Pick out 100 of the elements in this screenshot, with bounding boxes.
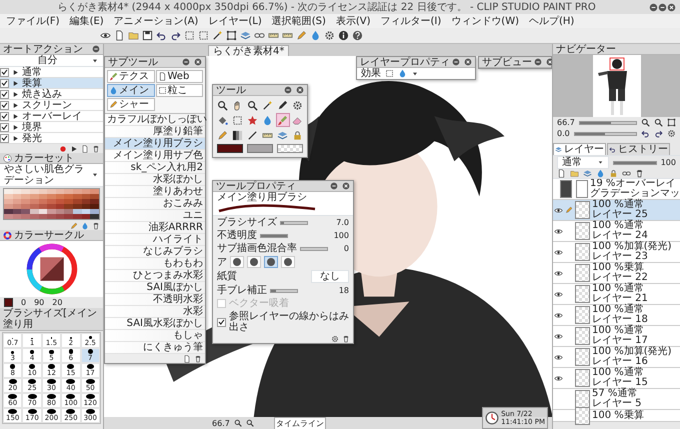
layer-name: レイヤー 23 [592,252,649,262]
layer-row[interactable]: 100 %通常 レイヤー 24 [553,221,680,242]
layer-row[interactable]: 100 %通常 レイヤー 17 [553,326,680,347]
brush-item[interactable]: ハイライト [105,234,205,246]
menu-item[interactable]: 選択範囲(S) [272,16,326,26]
layer-row[interactable]: 100 %乗算 レイヤー 22 [553,263,680,284]
layer-mode: 100 %通常 [592,326,644,336]
layer-name: レイヤー 25 [592,210,648,220]
action-row[interactable]: 発光 [0,133,103,144]
layer-row[interactable]: 100 %通常 レイヤー 18 [553,305,680,326]
property-label: ブラシサイズ [217,217,277,228]
layer-mode: 100 %通常 [592,305,644,315]
sub-tool-group[interactable]: 粒こ [156,84,203,97]
brush-item[interactable]: なじみブラシ [105,246,205,258]
layer-row[interactable]: 100 %通常 レイヤー 25 [553,200,680,221]
menu-item[interactable]: ウィンドウ(W) [451,16,519,26]
brush-item[interactable]: 厚塗り鉛筆 [105,126,205,138]
rotation-value: 0.0 [557,128,570,139]
action-label: オーバーレイ [22,110,82,122]
layer-mode: 100 %通常 [592,368,644,378]
menu-item[interactable]: アニメーション(A) [114,16,198,26]
brush-item[interactable]: 水彩ぼかし [105,174,205,186]
property-value: 100 [334,230,349,241]
property-value: 0 [344,243,349,254]
action-row[interactable]: 乗算 [0,78,103,89]
layer-name: レイヤー 17 [592,336,648,346]
layer-name: レイヤー 18 [592,315,648,325]
brush-item[interactable]: 油彩ARRRR [105,222,205,234]
brush-item[interactable]: もしゃ [105,330,205,342]
brush-item[interactable]: ユニ [105,210,205,222]
action-label: スクリーン [22,100,72,110]
layer-name: レイヤー 21 [592,294,648,304]
brush-item[interactable]: SAI風水彩ぼかし [105,318,205,330]
layer-name: レイヤー 15 [592,378,648,388]
layer-row[interactable]: 57 %通常 レイヤー 5 [553,389,680,410]
brush-item[interactable]: sk_ペン入れ用2 [105,162,205,174]
panel-title: カラーセット [14,152,74,164]
action-label: 乗算 [22,78,42,88]
sub-tool-group[interactable]: シャー [107,98,154,111]
layer-row[interactable]: 100 %乗算 [553,410,680,422]
panel-title: ブラシサイズ[メイン塗り用 [0,308,103,331]
layer-row[interactable]: 100 %加算(発光) レイヤー 16 [553,347,680,368]
canvas-tab[interactable]: らくがき素材4* [208,45,290,56]
checkbox-label: 参照レイヤーの線からはみ出さ [229,311,349,333]
panel-title: カラーサークル [14,230,84,240]
brush-item[interactable]: おこみみ [105,198,205,210]
menu-item[interactable]: 表示(V) [336,16,371,26]
brush-item[interactable]: ひとつまみ水彩 [105,270,205,282]
layer-row[interactable]: 100 %通常 レイヤー 15 [553,368,680,389]
property-value: 7.0 [336,217,349,228]
action-label: 通常 [22,66,42,78]
panel-tab[interactable]: ヒストリー [607,143,670,155]
layer-mode: 100 %加算(発光) [592,347,672,357]
brush-item[interactable]: 塗りあわせ [105,186,205,198]
layer-name: レイヤー 22 [592,273,648,283]
sub-tool-group[interactable]: テクス [107,70,154,83]
brush-name: メイン塗り用ブラシ [217,192,308,203]
property-row[interactable]: サブ描画色混合率 0 [213,242,353,255]
color-value: 0 [21,297,26,308]
timeline-tab[interactable]: タイムライン [274,417,326,429]
menu-item[interactable]: フィルター(I) [380,16,442,26]
opacity-value: 100 [660,157,676,168]
sub-tool-group[interactable]: メイン [107,84,154,97]
action-row[interactable]: オーバーレイ [0,111,103,122]
paper-dropdown[interactable]: なし [311,270,349,283]
action-row[interactable]: 焼き込み [0,89,103,100]
blend-mode-dropdown[interactable]: 通常 [557,156,609,169]
layer-row[interactable]: 100 %通常 レイヤー 21 [553,284,680,305]
layer-name: レイヤー 24 [592,231,648,241]
menu-item[interactable]: レイヤー(L) [208,16,262,26]
brush-item[interactable]: メイン塗り用ブラシ [105,138,205,150]
menu-item[interactable]: 編集(E) [70,16,104,26]
brush-item[interactable]: もわもわ [105,258,205,270]
panel-title: レイヤープロパティ [360,56,450,68]
brush-item[interactable]: にくきゅう筆 [105,342,205,354]
property-label: 手ブレ補正 [217,285,267,296]
menu-item[interactable]: ファイル(F) [6,16,60,26]
brush-item[interactable]: カラフルぼかしっぽい [105,114,205,126]
brush-item[interactable]: SAI風ぼかし [105,282,205,294]
action-row[interactable]: スクリーン [0,100,103,111]
zoom-value: 66.7 [212,418,230,428]
action-row[interactable]: 境界 [0,122,103,133]
layer-name: レイヤー 5 [592,399,642,409]
panel-tab[interactable]: レイヤー [553,143,606,155]
brush-item[interactable]: メイン塗り用サブ色 [105,150,205,162]
zoom-value: 66.7 [557,117,575,128]
panel-title: サブツール [108,56,158,68]
property-label: 紙質 [217,271,237,282]
brush-item[interactable]: 不透明水彩 [105,294,205,306]
brush-item[interactable]: 水彩 [105,306,205,318]
sub-tool-group[interactable]: Web [156,70,203,83]
checkbox-label: ベクター吸着 [229,298,289,309]
window-title: らくがき素材4* (2944 x 4000px 350dpi 66.7%) - 次のライセンス認証は 22 日後です。 - CLIP STUDIO PAINT PRO [56,2,597,12]
action-label: 境界 [22,122,42,132]
layer-row[interactable]: 100 %加算(発光) レイヤー 23 [553,242,680,263]
layer-mode: 100 %通常 [592,284,644,294]
layer-name: レイヤー 16 [592,357,649,367]
menu-item[interactable]: ヘルプ(H) [529,16,574,26]
property-value: 18 [338,285,349,296]
action-row[interactable]: 通常 [0,67,103,78]
